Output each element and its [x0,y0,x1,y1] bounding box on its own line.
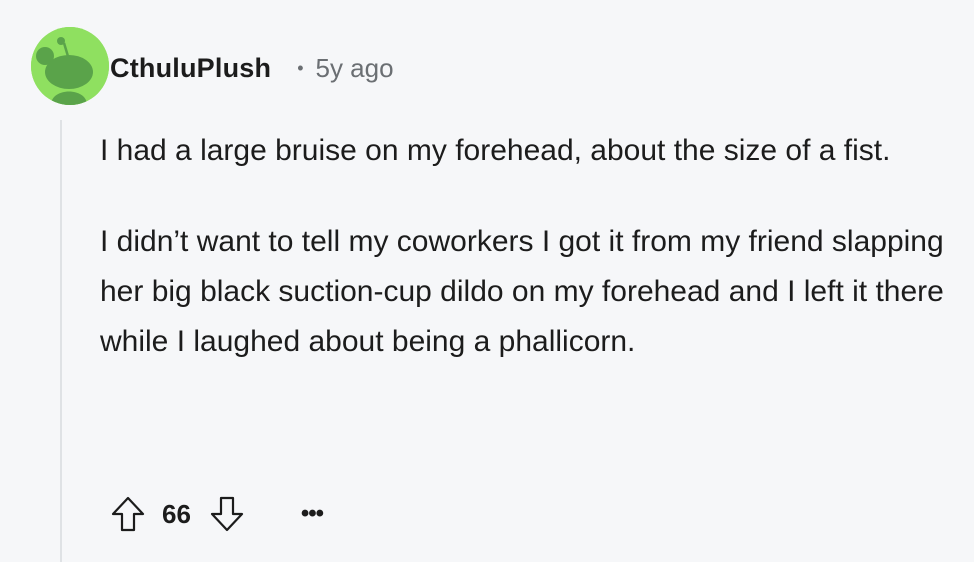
meta-separator: • [297,57,304,78]
avatar[interactable] [31,27,109,105]
comment-actions: 66 ••• [106,490,327,538]
vote-score: 66 [162,498,191,529]
comment: CthuluPlush • 5y ago I had a large bruis… [0,0,974,562]
upvote-button[interactable] [106,492,150,536]
comment-header: CthuluPlush • 5y ago [110,50,394,86]
comment-paragraph: I didn’t want to tell my coworkers I got… [100,225,944,358]
upvote-arrow-icon [111,496,145,532]
username-link[interactable]: CthuluPlush [110,53,271,84]
comment-body: I had a large bruise on my forehead, abo… [100,126,950,367]
downvote-button[interactable] [205,492,249,536]
timestamp[interactable]: 5y ago [316,53,394,84]
comment-paragraph: I had a large bruise on my forehead, abo… [100,134,891,167]
more-options-button[interactable]: ••• [297,494,327,534]
snoo-icon [31,27,109,105]
thread-line[interactable] [60,120,62,562]
downvote-arrow-icon [210,496,244,532]
